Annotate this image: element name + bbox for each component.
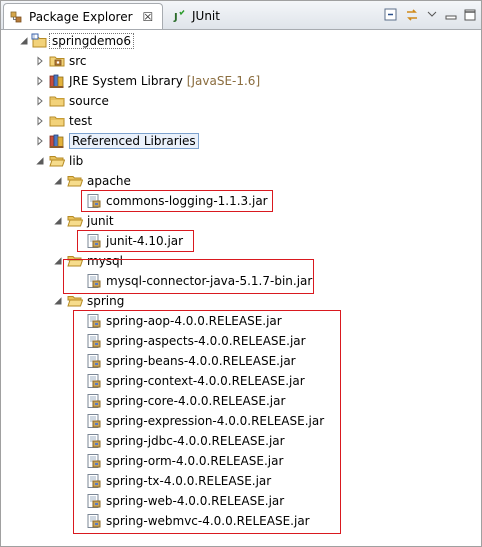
minimize-icon[interactable] <box>443 7 459 23</box>
link-with-editor-icon[interactable] <box>404 7 420 23</box>
tree-item-referenced-libraries[interactable]: Referenced Libraries <box>49 131 199 151</box>
jar-icon <box>86 433 102 449</box>
collapsed-twisty-icon[interactable] <box>35 96 45 106</box>
tree-item-label: junit <box>87 214 114 228</box>
jre-version-decoration: [JavaSE-1.6] <box>186 74 261 88</box>
tree-item-label: JRE System Library <box>69 74 183 88</box>
jar-icon <box>86 273 102 289</box>
tree-item-label: spring-tx-4.0.0.RELEASE.jar <box>106 474 272 488</box>
expanded-twisty-icon[interactable] <box>19 36 29 46</box>
expanded-twisty-icon[interactable] <box>53 256 63 266</box>
view-menu-icon[interactable] <box>426 7 438 23</box>
svg-text:J: J <box>173 12 178 23</box>
tree-item-jar[interactable]: junit-4.10.jar <box>86 231 183 251</box>
tree-item-jar[interactable]: spring-web-4.0.0.RELEASE.jar <box>86 491 284 511</box>
collapsed-twisty-icon[interactable] <box>35 76 45 86</box>
open-folder-icon <box>67 213 83 229</box>
jar-icon <box>86 413 102 429</box>
tree-item-project[interactable]: springdemo6 <box>31 31 135 51</box>
tree-item-apache[interactable]: apache <box>67 171 131 191</box>
tab-package-explorer-label: Package Explorer <box>29 9 133 24</box>
jar-icon <box>86 353 102 369</box>
jar-icon <box>86 313 102 329</box>
tree-item-jar[interactable]: spring-aop-4.0.0.RELEASE.jar <box>86 311 282 331</box>
junit-icon: J <box>173 9 187 23</box>
tab-package-explorer[interactable]: Package Explorer ☒ <box>3 3 163 29</box>
collapse-all-icon[interactable] <box>383 7 399 23</box>
tree-item-jre-library[interactable]: JRE System Library [JavaSE-1.6] <box>49 71 260 91</box>
expanded-twisty-icon[interactable] <box>53 296 63 306</box>
tree-item-label: junit-4.10.jar <box>106 234 184 248</box>
tree-item-label: springdemo6 <box>49 33 135 49</box>
tree-item-jar[interactable]: commons-logging-1.1.3.jar <box>86 191 268 211</box>
tree-item-jar[interactable]: mysql-connector-java-5.1.7-bin.jar <box>86 271 312 291</box>
jar-icon <box>86 453 102 469</box>
package-explorer-icon <box>10 10 24 24</box>
tree-item-jar[interactable]: spring-orm-4.0.0.RELEASE.jar <box>86 451 283 471</box>
tree-item-label: spring-core-4.0.0.RELEASE.jar <box>106 394 286 408</box>
tree-item-jar[interactable]: spring-jdbc-4.0.0.RELEASE.jar <box>86 431 285 451</box>
library-icon <box>49 73 65 89</box>
view-tab-bar: Package Explorer ☒ J JUnit <box>1 1 481 30</box>
jar-icon <box>86 493 102 509</box>
tree-item-jar[interactable]: spring-tx-4.0.0.RELEASE.jar <box>86 471 271 491</box>
tree-item-label: source <box>69 94 109 108</box>
package-explorer-view: Package Explorer ☒ J JUnit springdemo6 s… <box>0 0 482 547</box>
tree-item-label: spring-expression-4.0.0.RELEASE.jar <box>106 414 325 428</box>
close-tab-icon[interactable]: ☒ <box>143 10 154 24</box>
open-folder-icon <box>49 153 65 169</box>
collapsed-twisty-icon[interactable] <box>35 116 45 126</box>
jar-icon <box>86 473 102 489</box>
tree-item-label: spring-context-4.0.0.RELEASE.jar <box>106 374 305 388</box>
tree-item-label: mysql-connector-java-5.1.7-bin.jar <box>106 274 313 288</box>
tree-item-jar[interactable]: spring-expression-4.0.0.RELEASE.jar <box>86 411 324 431</box>
java-project-icon <box>31 33 47 49</box>
tree-item-junit[interactable]: junit <box>67 211 114 231</box>
open-folder-icon <box>67 173 83 189</box>
expanded-twisty-icon[interactable] <box>35 156 45 166</box>
jar-icon <box>86 393 102 409</box>
tree-item-label: spring <box>87 294 125 308</box>
folder-icon <box>49 113 65 129</box>
tree-item-label: spring-beans-4.0.0.RELEASE.jar <box>106 354 296 368</box>
tree-item-label: spring-jdbc-4.0.0.RELEASE.jar <box>106 434 285 448</box>
open-folder-icon <box>67 293 83 309</box>
jar-icon <box>86 373 102 389</box>
tree-item-label: spring-webmvc-4.0.0.RELEASE.jar <box>106 514 310 528</box>
tree-item-lib[interactable]: lib <box>49 151 83 171</box>
jar-icon <box>86 513 102 529</box>
tree-item-label: spring-aspects-4.0.0.RELEASE.jar <box>106 334 306 348</box>
tab-junit-label: JUnit <box>192 9 220 23</box>
tree-item-label: apache <box>87 174 131 188</box>
expanded-twisty-icon[interactable] <box>53 216 63 226</box>
library-icon <box>49 133 65 149</box>
jar-icon <box>86 333 102 349</box>
source-folder-icon <box>49 53 65 69</box>
collapsed-twisty-icon[interactable] <box>35 136 45 146</box>
jar-icon <box>86 233 102 249</box>
jar-icon <box>86 193 102 209</box>
tree-item-label: spring-web-4.0.0.RELEASE.jar <box>106 494 285 508</box>
tree-item-src[interactable]: src <box>49 51 87 71</box>
tree-item-label: spring-aop-4.0.0.RELEASE.jar <box>106 314 282 328</box>
tree-item-label: commons-logging-1.1.3.jar <box>106 194 268 208</box>
folder-icon <box>49 93 65 109</box>
tab-junit[interactable]: J JUnit <box>167 3 243 29</box>
tree-item-jar[interactable]: spring-beans-4.0.0.RELEASE.jar <box>86 351 296 371</box>
tree-item-jar[interactable]: spring-webmvc-4.0.0.RELEASE.jar <box>86 511 310 531</box>
tree-item-label: spring-orm-4.0.0.RELEASE.jar <box>106 454 284 468</box>
collapsed-twisty-icon[interactable] <box>35 56 45 66</box>
tree-item-spring[interactable]: spring <box>67 291 124 311</box>
tree-item-source[interactable]: source <box>49 91 109 111</box>
tree-item-test[interactable]: test <box>49 111 92 131</box>
tree-item-jar[interactable]: spring-core-4.0.0.RELEASE.jar <box>86 391 285 411</box>
tree-item-label: lib <box>69 154 84 168</box>
tree-item-jar[interactable]: spring-aspects-4.0.0.RELEASE.jar <box>86 331 306 351</box>
tree-item-label: src <box>69 54 87 68</box>
maximize-icon[interactable] <box>462 7 478 23</box>
expanded-twisty-icon[interactable] <box>53 176 63 186</box>
tree-item-jar[interactable]: spring-context-4.0.0.RELEASE.jar <box>86 371 305 391</box>
tree-item-label: test <box>69 114 93 128</box>
tree-item-label: Referenced Libraries <box>69 133 199 149</box>
